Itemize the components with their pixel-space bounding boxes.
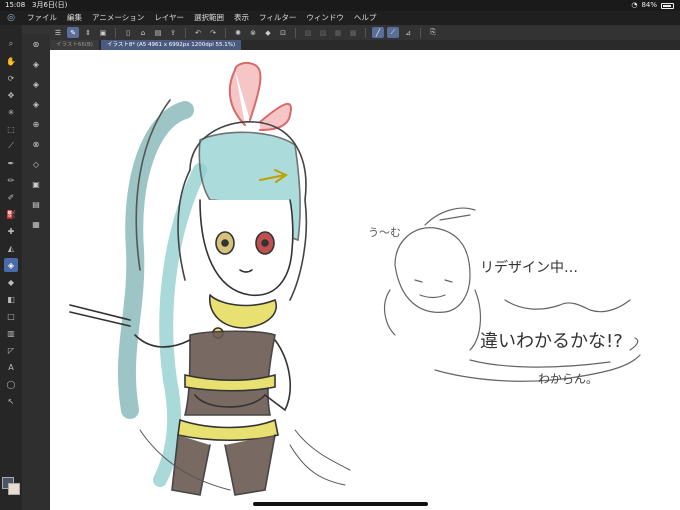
gradient-icon[interactable]: ◧ <box>4 292 18 306</box>
eraser-icon[interactable]: ◈ <box>4 258 18 272</box>
tab-illustration-66[interactable]: イラスト66(B) <box>50 40 99 50</box>
ruler-icon[interactable]: ◸ <box>4 343 18 357</box>
canvas-artwork: う〜む リデザイン中… 違いわかるかな!? わからん。 <box>69 61 641 496</box>
open-folder-icon[interactable]: ⌂ <box>137 27 149 38</box>
home-indicator[interactable] <box>253 502 428 506</box>
rotate-view-icon[interactable]: ⟳ <box>4 71 18 85</box>
sketch-note-dont-know: わからん。 <box>538 372 598 386</box>
background-color[interactable] <box>8 483 20 495</box>
command-bar: ☰ ✎ ⇕ ▣ ▯ ⌂ ▤ ⇪ ↶ ↷ ✺ ⊗ ◆ ⊡ ▧ ▨ ▦ ▩ ╱ ⟋ … <box>0 25 680 40</box>
wifi-icon: ◔ <box>631 1 638 9</box>
pencil-icon[interactable]: ✏ <box>4 173 18 187</box>
character-sketch <box>69 61 351 496</box>
blend-icon[interactable]: ◭ <box>4 241 18 255</box>
text-icon[interactable]: A <box>4 360 18 374</box>
menu-animation[interactable]: アニメーション <box>87 11 149 25</box>
subtool-settings-icon[interactable]: ⊛ <box>29 38 43 51</box>
menu-selection[interactable]: 選択範囲 <box>189 11 229 25</box>
new-file-icon[interactable]: ▯ <box>122 27 134 38</box>
export-icon[interactable]: ⇪ <box>167 27 179 38</box>
status-right: ◔ 84% <box>631 0 674 11</box>
tool-palette: ⌕ ✋ ⟳ ✥ ✳ ⬚ ⟋ ✒ ✏ ✐ ⛽ ✚ ◭ ◈ ◆ ◧ □ ▥ ◸ A … <box>0 25 22 510</box>
fill-icon[interactable]: ◆ <box>262 27 274 38</box>
crop-icon[interactable]: ▦ <box>332 27 344 38</box>
status-date: 3月6日(日) <box>32 1 68 9</box>
snap-special-ruler-icon[interactable]: ⟋ <box>387 27 399 38</box>
subtool-kneaded-eraser-icon[interactable]: ▤ <box>29 198 43 211</box>
zoom-icon[interactable]: ⌕ <box>4 37 18 51</box>
menu-layer[interactable]: レイヤー <box>149 11 189 25</box>
decoration-icon[interactable]: ✚ <box>4 224 18 238</box>
frame-icon[interactable]: ▥ <box>4 326 18 340</box>
subtool-multi-eraser-icon[interactable]: ⊗ <box>29 138 43 151</box>
eyedropper-icon[interactable]: ⟋ <box>4 139 18 153</box>
menu-window[interactable]: ウィンドウ <box>301 11 349 25</box>
drawing-canvas[interactable]: う〜む リデザイン中… 違いわかるかな!? わからん。 <box>50 50 680 510</box>
clear-icon[interactable]: ⊗ <box>247 27 259 38</box>
subtool-rough-eraser-icon[interactable]: ◈ <box>29 98 43 111</box>
selection-fill-icon[interactable]: ▩ <box>347 27 359 38</box>
menu-edit[interactable]: 編集 <box>62 11 87 25</box>
sub-tool-palette: ⊛ ◈ ◈ ◈ ⊕ ⊗ ◇ ▣ ▤ ▦ <box>22 34 50 510</box>
transform-icon[interactable]: ⊡ <box>277 27 289 38</box>
subtool-soft-eraser-icon[interactable]: ◈ <box>29 78 43 91</box>
menu-help[interactable]: ヘルプ <box>349 11 382 25</box>
subtool-extra-icon[interactable]: ▦ <box>29 218 43 231</box>
subtool-snap-eraser-icon[interactable]: ▣ <box>29 178 43 191</box>
ios-status-bar: 15:08 3月6日(日) ◔ 84% <box>0 0 680 11</box>
move-icon[interactable]: ✥ <box>4 88 18 102</box>
document-tabs: イラスト66(B) イラスト8* (A5 4961 x 6992px 1200d… <box>50 40 680 50</box>
app-logo-icon[interactable]: ◎ <box>0 11 22 25</box>
menu-file[interactable]: ファイル <box>22 11 62 25</box>
battery-percent: 84% <box>641 1 657 9</box>
operation-icon[interactable]: ✳ <box>4 105 18 119</box>
updown-icon[interactable]: ⇕ <box>82 27 94 38</box>
sketch-note-hmm: う〜む <box>368 226 401 239</box>
save-icon[interactable]: ▤ <box>152 27 164 38</box>
balloon-icon[interactable]: ◯ <box>4 377 18 391</box>
undo-icon[interactable]: ↶ <box>192 27 204 38</box>
quick-access-icon[interactable]: ⎘ <box>427 27 439 38</box>
side-sketch <box>383 207 641 382</box>
figure-icon[interactable]: □ <box>4 309 18 323</box>
menu-bar: ◎ ファイル 編集 アニメーション レイヤー 選択範囲 表示 フィルター ウィン… <box>0 11 680 25</box>
sketch-note-can-you-tell: 違いわかるかな!? <box>480 331 623 352</box>
pen-icon[interactable]: ✒ <box>4 156 18 170</box>
redo-icon[interactable]: ↷ <box>207 27 219 38</box>
hand-icon[interactable]: ✋ <box>4 54 18 68</box>
airbrush-icon[interactable]: ⛽ <box>4 207 18 221</box>
subtool-vector-eraser-icon[interactable]: ⊕ <box>29 118 43 131</box>
hamburger-icon[interactable]: ☰ <box>52 27 64 38</box>
brush-icon[interactable]: ✐ <box>4 190 18 204</box>
color-swatches[interactable] <box>2 477 20 501</box>
pen-mode-icon[interactable]: ✎ <box>67 27 79 38</box>
rotate-icon[interactable]: ✺ <box>232 27 244 38</box>
invert-selection-icon[interactable]: ▨ <box>317 27 329 38</box>
fill-bucket-icon[interactable]: ◆ <box>4 275 18 289</box>
menu-filter[interactable]: フィルター <box>254 11 301 25</box>
selection-icon[interactable]: ⬚ <box>4 122 18 136</box>
tab-illustration-8[interactable]: イラスト8* (A5 4961 x 6992px 1200dpi 55.1%) <box>100 40 242 50</box>
sketch-note-redesign: リデザイン中… <box>480 259 578 276</box>
snap-ruler-icon[interactable]: ╱ <box>372 27 384 38</box>
subtool-layer-eraser-icon[interactable]: ◇ <box>29 158 43 171</box>
menu-view[interactable]: 表示 <box>229 11 254 25</box>
status-time: 15:08 <box>5 1 26 9</box>
battery-icon <box>661 2 674 9</box>
subtool-hard-eraser-icon[interactable]: ◈ <box>29 58 43 71</box>
snap-grid-icon[interactable]: ⊿ <box>402 27 414 38</box>
correct-line-icon[interactable]: ↖ <box>4 394 18 408</box>
deselect-icon[interactable]: ▧ <box>302 27 314 38</box>
gallery-icon[interactable]: ▣ <box>97 27 109 38</box>
